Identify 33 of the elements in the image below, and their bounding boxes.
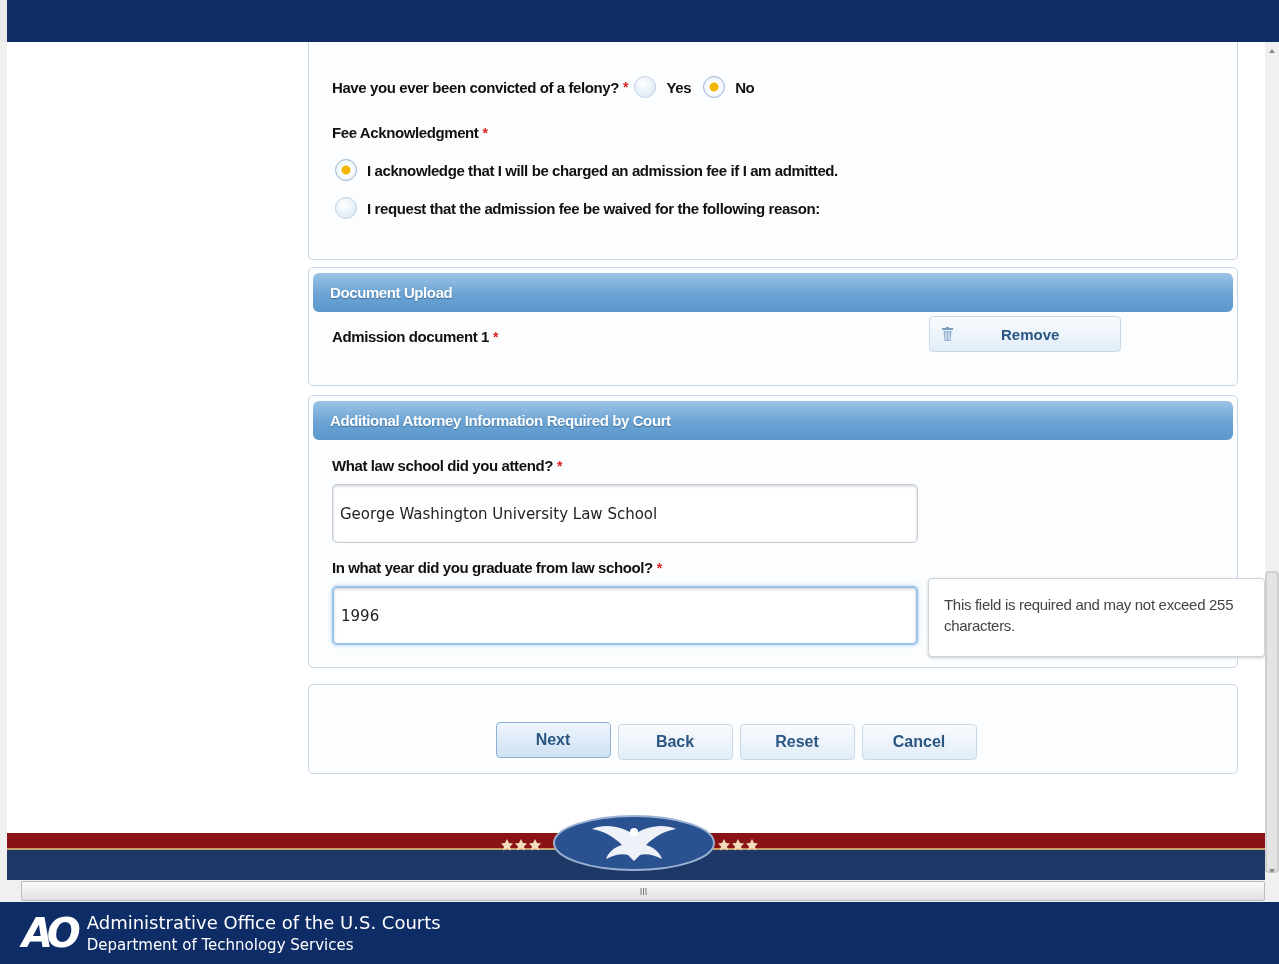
field-label: In what year did you graduate from law school?: [332, 559, 653, 576]
radio-button[interactable]: [335, 159, 357, 181]
required-mark: *: [656, 559, 663, 576]
form-button[interactable]: Back: [617, 723, 733, 760]
trash-icon: [942, 327, 953, 341]
text-field[interactable]: George Washington University Law School: [332, 484, 918, 543]
section-header: Additional Attorney Information Required by Court: [313, 401, 1233, 440]
validation-tooltip: This field is required and may not exceed 255 characters.: [928, 578, 1265, 657]
required-mark: *: [482, 124, 488, 141]
question-label: Fee Acknowledgment: [332, 124, 479, 141]
remove-button[interactable]: Remove: [929, 316, 1121, 352]
form-button[interactable]: Reset: [739, 723, 855, 760]
question-label: Have you ever been convicted of a felony?: [332, 78, 620, 96]
footer-subtitle: Department of Technology Services: [86, 936, 355, 954]
field-label: What law school did you attend?: [332, 457, 553, 474]
option-label: Yes: [666, 78, 692, 96]
radio-button[interactable]: [703, 76, 726, 98]
section-header: Document Upload: [313, 273, 1233, 312]
document-label: Admission document 1: [332, 328, 490, 345]
required-mark: *: [556, 457, 563, 474]
option-label: I request that the admission fee be waived for the following reason:: [367, 199, 820, 217]
option-label: I acknowledge that I will be charged an admission fee if I am admitted.: [367, 161, 838, 179]
required-mark: *: [493, 328, 499, 345]
horizontal-scrollbar[interactable]: [0, 880, 1279, 902]
grip-icon: [639, 887, 647, 895]
form-button[interactable]: Next: [495, 722, 611, 758]
required-mark: *: [623, 79, 629, 95]
form-button[interactable]: Cancel: [861, 723, 977, 760]
radio-button[interactable]: [634, 76, 657, 98]
option-label: No: [735, 78, 755, 96]
radio-button[interactable]: [335, 197, 357, 219]
footer-title: Administrative Office of the U.S. Courts: [86, 912, 441, 933]
text-field[interactable]: 1996: [332, 586, 918, 645]
